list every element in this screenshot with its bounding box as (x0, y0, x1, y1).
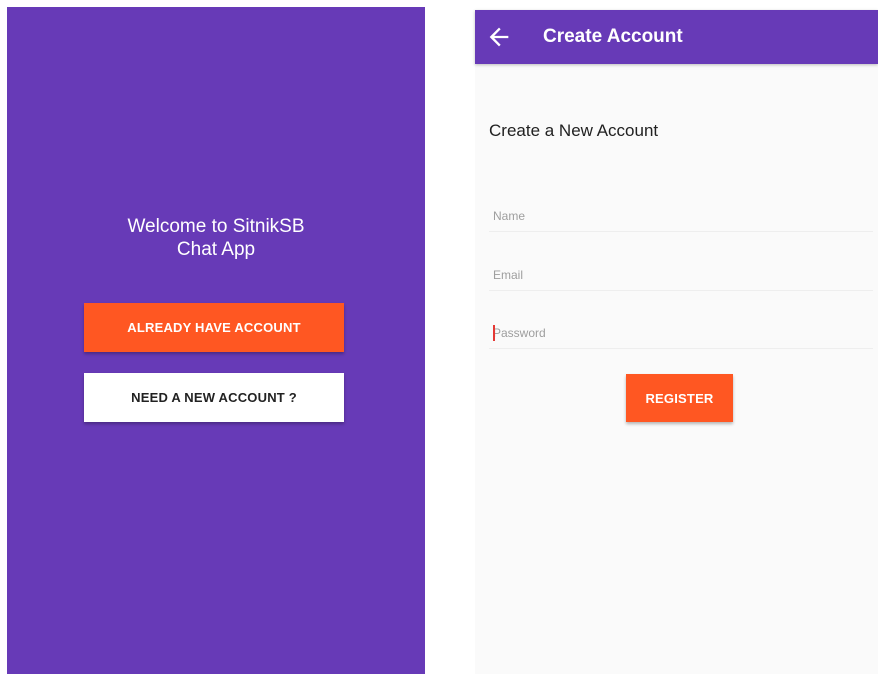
register-button[interactable]: REGISTER (626, 374, 733, 422)
password-input[interactable] (489, 318, 873, 349)
app-bar-title: Create Account (543, 26, 683, 47)
need-new-account-button[interactable]: NEED A NEW ACCOUNT ? (84, 373, 344, 422)
name-input[interactable] (489, 201, 873, 232)
app-bar: Create Account (475, 10, 878, 64)
create-account-screen: Create Account Create a New Account REGI… (475, 10, 878, 674)
back-button[interactable] (485, 23, 513, 51)
screenshot-canvas: Welcome to SitnikSB Chat App ALREADY HAV… (0, 0, 878, 674)
welcome-title-line-2: Chat App (176, 239, 256, 260)
welcome-screen: Welcome to SitnikSB Chat App ALREADY HAV… (7, 7, 425, 674)
arrow-left-icon (489, 27, 509, 47)
welcome-title: Welcome to SitnikSB Chat App (7, 215, 425, 261)
text-cursor (493, 325, 495, 341)
create-account-heading: Create a New Account (489, 121, 659, 140)
welcome-title-line-1: Welcome to SitnikSB (127, 216, 305, 237)
already-have-account-button[interactable]: ALREADY HAVE ACCOUNT (84, 303, 344, 352)
email-input[interactable] (489, 260, 873, 291)
